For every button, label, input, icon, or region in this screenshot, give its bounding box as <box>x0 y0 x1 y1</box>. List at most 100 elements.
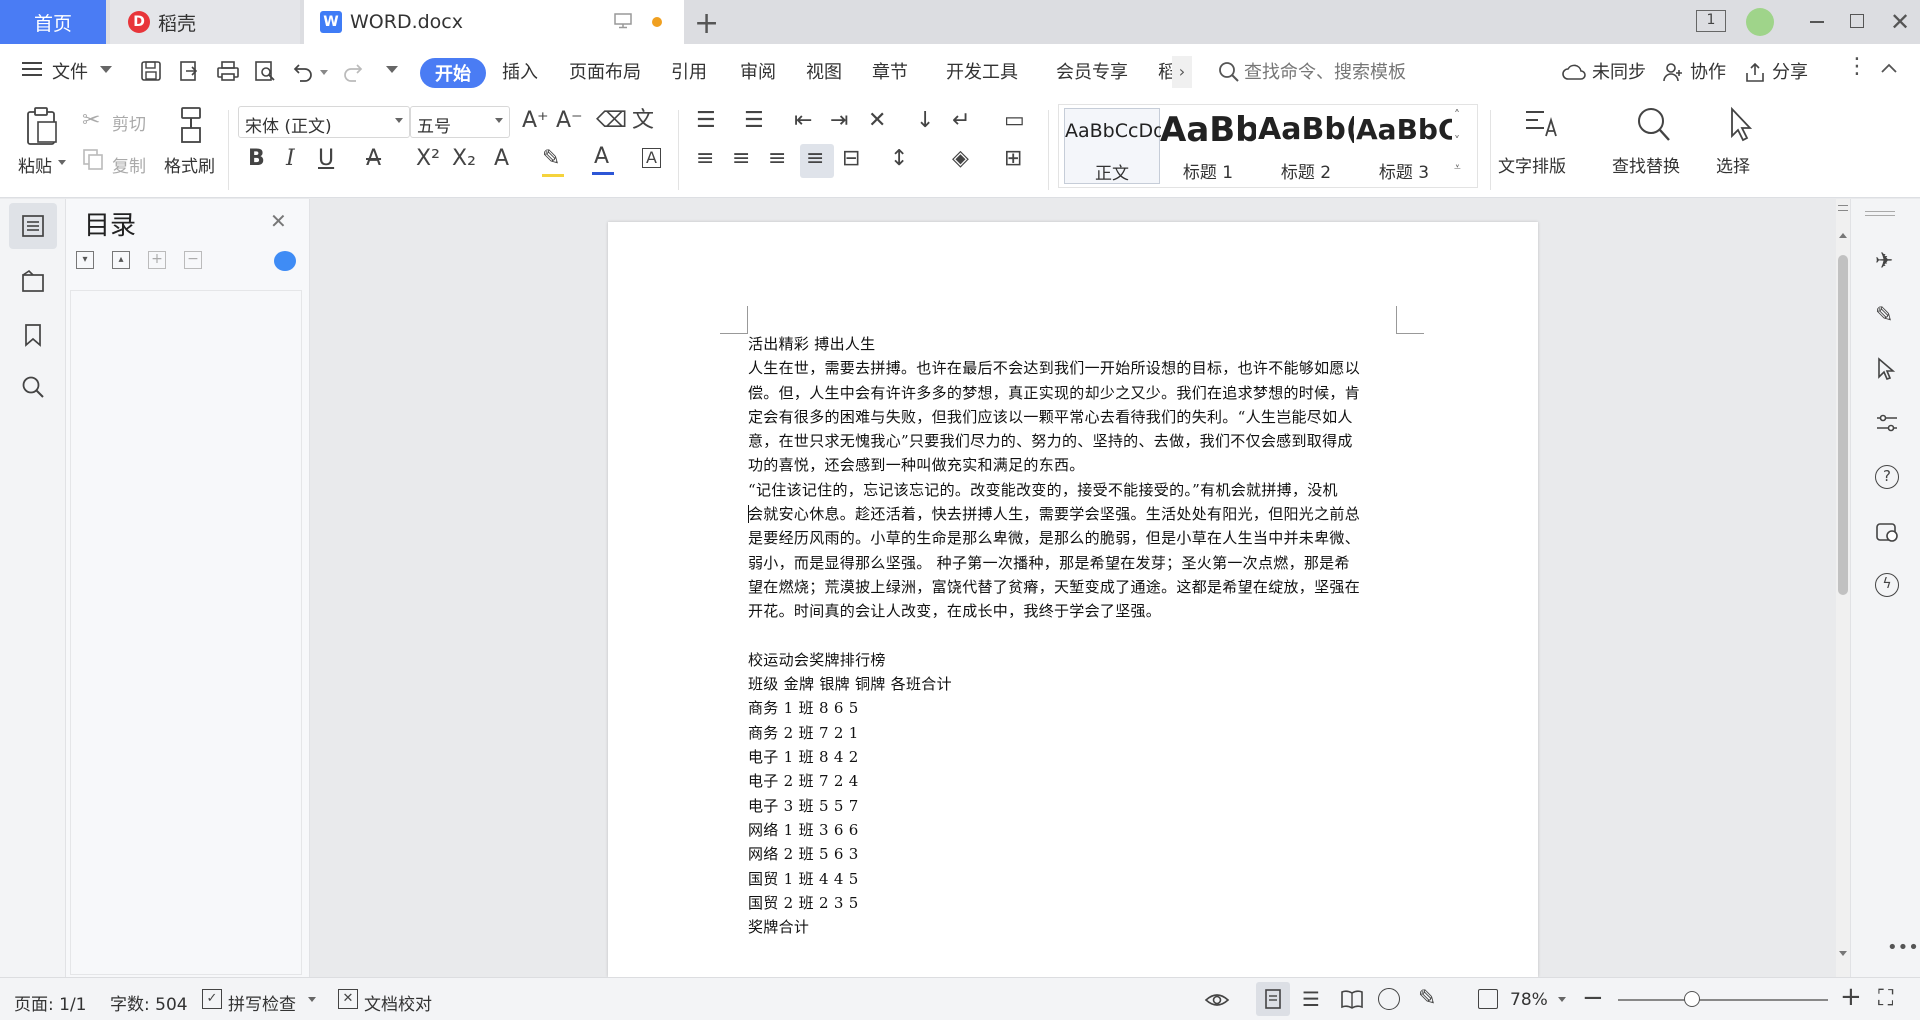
vertical-scrollbar[interactable] <box>1836 199 1850 977</box>
align-center-icon[interactable]: ≡ <box>732 148 750 170</box>
search-nav-icon[interactable] <box>21 375 45 399</box>
document-line[interactable]: 望在燃烧；荒漠披上绿洲，富饶代替了贫瘠，天堑变成了通途。这都是希望在绽放，坚强在 <box>748 575 1398 599</box>
document-line[interactable]: 弱小，而是显得那么坚强。 种子第一次播种，那是希望在发芽；圣火第一次点燃，那是希 <box>748 551 1398 575</box>
document-body[interactable]: 活出精彩 搏出人生 人生在世，需要去拼搏。也许在最后不会达到我们一开始所设想的目标… <box>748 332 1398 939</box>
document-line[interactable]: 商务 1 班 8 6 5 <box>748 696 1398 720</box>
increase-indent-icon[interactable]: ⇥ <box>830 110 848 132</box>
text-effect-icon[interactable]: A <box>494 148 509 170</box>
document-line[interactable]: “记住该记住的，忘记该忘记的。改变能改变的，接受不能接受的。”有机会就拼搏，没机 <box>748 478 1398 502</box>
style-heading-2[interactable]: AaBb(标题 2 <box>1258 108 1354 184</box>
justify-icon[interactable]: ≡ <box>806 148 824 170</box>
share-icon[interactable] <box>1744 61 1766 83</box>
tab-home[interactable]: 首页 <box>0 0 106 44</box>
reading-view-icon[interactable] <box>1340 988 1364 1010</box>
font-size-select[interactable]: 五号 <box>410 106 510 138</box>
outline-icon[interactable] <box>21 214 45 238</box>
document-line[interactable]: 国贸 1 班 4 4 5 <box>748 867 1398 891</box>
chapter-nav-icon[interactable] <box>21 269 45 293</box>
tab-member[interactable]: 会员专享 <box>1056 58 1128 84</box>
shading-icon[interactable]: ◈ <box>952 148 969 170</box>
page-view-icon[interactable] <box>1264 988 1282 1010</box>
document-line[interactable]: 开花。时间真的会让人改变，在成长中，我终于学会了坚强。 <box>748 599 1398 623</box>
undo-dropdown-icon[interactable] <box>320 70 328 75</box>
web-view-icon[interactable] <box>1378 988 1400 1010</box>
document-line[interactable]: 国贸 2 班 2 3 5 <box>748 891 1398 915</box>
customize-quick-access-icon[interactable] <box>386 66 398 73</box>
zoom-dropdown-icon[interactable] <box>1558 997 1566 1002</box>
paste-icon[interactable] <box>24 106 60 146</box>
character-border-icon[interactable]: A <box>642 148 661 168</box>
document-line[interactable]: 人生在世，需要去拼搏。也许在最后不会达到我们一开始所设想的目标，也许不能够如愿以 <box>748 356 1398 380</box>
help-icon[interactable]: ? <box>1875 465 1899 489</box>
collapse-ribbon-icon[interactable] <box>1880 62 1898 74</box>
document-line[interactable]: 会就安心休息。趁还活着，快去拼搏人生，需要学会坚强。生活处处有阳光，但阳光之前总 <box>748 502 1398 526</box>
document-line[interactable]: 校运动会奖牌排行榜 <box>748 648 1398 672</box>
numbered-list-icon[interactable]: ☰ <box>744 110 764 132</box>
tab-developer[interactable]: 开发工具 <box>946 58 1018 84</box>
hamburger-menu-icon[interactable] <box>22 60 42 78</box>
tab-chapter[interactable]: 章节 <box>872 58 908 84</box>
tab-insert[interactable]: 插入 <box>502 58 538 84</box>
distributed-align-icon[interactable]: ⊟ <box>842 148 860 170</box>
table-tools-icon[interactable]: ▭ <box>1004 110 1025 132</box>
tab-references[interactable]: 引用 <box>671 58 707 84</box>
cut-button[interactable]: 剪切 <box>112 110 146 135</box>
outline-view-icon[interactable]: ☰ <box>1302 987 1320 1011</box>
smart-toc-icon[interactable] <box>274 251 296 271</box>
redo-icon[interactable] <box>342 60 364 82</box>
decrease-font-icon[interactable]: A⁻ <box>556 110 583 132</box>
save-icon[interactable] <box>140 60 162 82</box>
tab-view[interactable]: 视图 <box>806 58 842 84</box>
highlight-icon[interactable]: ✎ <box>542 148 560 170</box>
word-count[interactable]: 字数: 504 <box>110 990 188 1015</box>
document-line[interactable]: 网络 2 班 5 6 3 <box>748 842 1398 866</box>
page-count[interactable]: 页面: 1/1 <box>14 990 87 1015</box>
bookmark-icon[interactable] <box>23 323 43 347</box>
increase-font-icon[interactable]: A⁺ <box>522 110 549 132</box>
scissors-icon[interactable]: ✂ <box>82 110 100 132</box>
file-menu[interactable]: 文件 <box>52 58 88 84</box>
paste-button[interactable]: 粘贴 <box>18 152 52 177</box>
select-button[interactable]: 选择 <box>1716 152 1750 177</box>
new-tab-plus-icon[interactable]: + <box>694 6 719 41</box>
close-pane-icon[interactable]: ✕ <box>270 209 287 233</box>
fit-page-icon[interactable] <box>1478 989 1498 1009</box>
zoom-slider-track[interactable] <box>1618 999 1828 1001</box>
styles-scroll-down-icon[interactable]: ˅ <box>1454 134 1460 148</box>
spell-dropdown-icon[interactable] <box>308 997 316 1002</box>
zoom-slider-thumb[interactable] <box>1684 991 1700 1007</box>
document-line[interactable]: 班级 金牌 银牌 铜牌 各班合计 <box>748 672 1398 696</box>
phonetic-guide-icon[interactable]: 文 <box>632 110 654 132</box>
tab-daoke[interactable]: D 稻壳 <box>110 0 300 44</box>
find-replace-button[interactable]: 查找替换 <box>1612 152 1680 177</box>
bold-icon[interactable]: B <box>248 148 265 170</box>
sort-icon[interactable]: ↓ <box>916 110 934 132</box>
chinese-layout-icon[interactable]: ✕ <box>868 110 886 132</box>
style-normal[interactable]: AaBbCcDd 正文 <box>1064 108 1161 184</box>
pointer-icon[interactable] <box>1875 357 1897 381</box>
window-count-icon[interactable]: 1 <box>1696 10 1726 32</box>
collapse-all-icon[interactable]: ▴ <box>112 251 130 269</box>
tab-page-layout[interactable]: 页面布局 <box>569 58 641 84</box>
promote-icon[interactable]: + <box>148 251 166 269</box>
zoom-level[interactable]: 78% <box>1510 990 1548 1010</box>
text-layout-button[interactable]: 文字排版 <box>1498 152 1566 177</box>
lightning-icon[interactable]: ϟ <box>1875 573 1899 597</box>
more-options-icon[interactable]: ⋮ <box>1846 56 1868 78</box>
scroll-up-arrow[interactable] <box>1839 233 1847 238</box>
close-window-icon[interactable]: ✕ <box>1890 8 1910 36</box>
demote-icon[interactable]: − <box>184 251 202 269</box>
style-heading-1[interactable]: AaBb 标题 1 <box>1160 108 1256 184</box>
document-line[interactable]: 电子 2 班 7 2 4 <box>748 769 1398 793</box>
collaborate-icon[interactable] <box>1662 61 1684 83</box>
restore-icon[interactable] <box>1850 14 1864 28</box>
superscript-icon[interactable]: X² <box>416 148 440 170</box>
align-right-icon[interactable]: ≡ <box>768 148 786 170</box>
clear-format-icon[interactable]: ⌫ <box>596 110 627 132</box>
copy-button[interactable]: 复制 <box>112 152 146 177</box>
scroll-down-arrow[interactable] <box>1839 951 1847 956</box>
bullet-list-icon[interactable]: ☰ <box>696 110 716 132</box>
find-replace-icon[interactable] <box>1636 106 1672 144</box>
italic-icon[interactable]: I <box>286 148 295 170</box>
rocket-icon[interactable]: ✈ <box>1875 249 1893 274</box>
